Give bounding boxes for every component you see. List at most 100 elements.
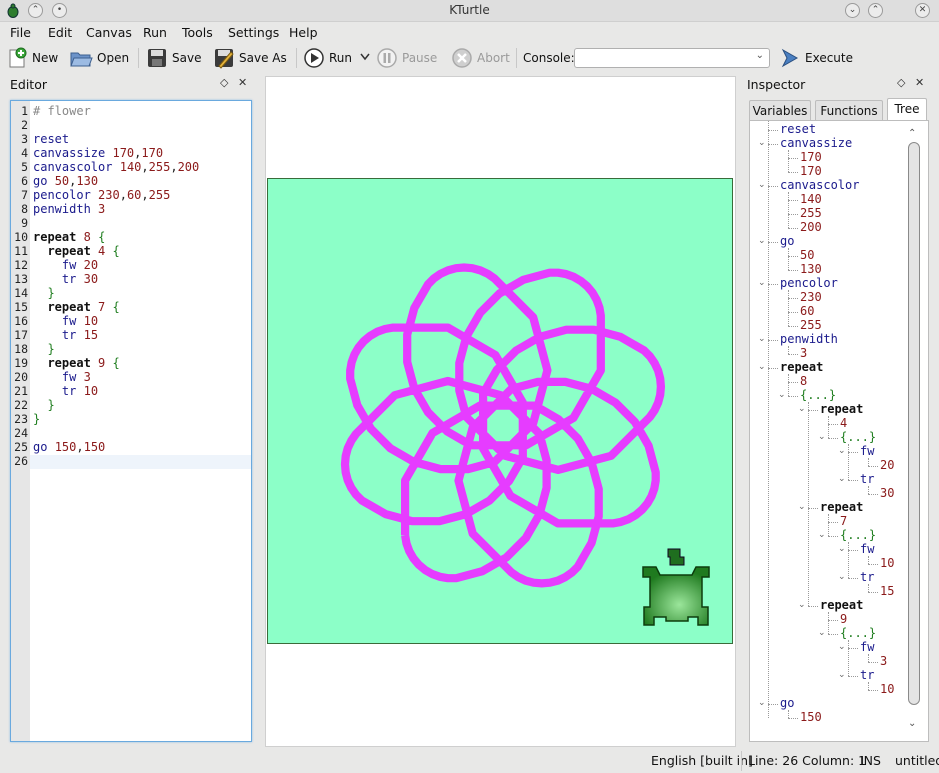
save-button[interactable]: Save — [146, 46, 201, 70]
code-line[interactable]: go 150,150 — [33, 440, 105, 454]
menu-file[interactable]: File — [10, 25, 31, 40]
scroll-up-icon[interactable]: ⌃ — [908, 128, 916, 139]
menu-help[interactable]: Help — [289, 25, 318, 40]
tree-node-command[interactable]: tr — [860, 668, 874, 682]
tree-node-command[interactable]: repeat — [820, 500, 863, 514]
code-line[interactable]: canvascolor 140,255,200 — [33, 160, 199, 174]
tab-functions[interactable]: Functions — [815, 100, 883, 121]
code-line[interactable]: go 50,130 — [33, 174, 98, 188]
tree-node-command[interactable]: penwidth — [780, 332, 838, 346]
expand-chevron-icon[interactable]: ⌄ — [758, 698, 766, 708]
tree-node-command[interactable]: fw — [860, 444, 874, 458]
tree-node-value[interactable]: 170 — [800, 164, 822, 178]
code-line[interactable]: tr 10 — [33, 384, 98, 398]
expand-chevron-icon[interactable]: ⌄ — [798, 600, 806, 610]
scroll-down-icon[interactable]: ⌄ — [908, 718, 916, 729]
menu-settings[interactable]: Settings — [228, 25, 279, 40]
code-line[interactable]: repeat 4 { — [33, 244, 119, 258]
tree-node-command[interactable]: canvascolor — [780, 178, 859, 192]
code-line[interactable]: fw 10 — [33, 314, 98, 328]
close-window-button[interactable]: ✕ — [915, 3, 930, 18]
code-line[interactable]: } — [33, 412, 40, 426]
expand-chevron-icon[interactable]: ⌄ — [758, 362, 766, 372]
editor-float-icon[interactable]: ◇ — [220, 76, 228, 89]
expand-chevron-icon[interactable]: ⌄ — [818, 628, 826, 638]
code-line[interactable]: } — [33, 342, 54, 356]
code-tree-view[interactable]: reset canvassize ⌄ 170 170 canvascolor ⌄ 140 255… — [749, 120, 929, 742]
console-input[interactable]: ⌄ — [574, 48, 770, 68]
code-line[interactable]: pencolor 230,60,255 — [33, 188, 170, 202]
tree-node-value[interactable]: 20 — [880, 458, 894, 472]
inspector-float-icon[interactable]: ◇ — [897, 76, 905, 89]
minimize-button[interactable]: ⌄ — [845, 3, 860, 18]
tree-node-value[interactable]: 170 — [800, 150, 822, 164]
code-line[interactable]: fw 20 — [33, 258, 98, 272]
scrollbar-thumb[interactable] — [908, 142, 920, 705]
tree-node-value[interactable]: 140 — [800, 192, 822, 206]
tree-node-value[interactable]: 130 — [800, 262, 822, 276]
tree-node-value[interactable]: 200 — [800, 220, 822, 234]
expand-chevron-icon[interactable]: ⌄ — [758, 278, 766, 288]
expand-chevron-icon[interactable]: ⌄ — [818, 530, 826, 540]
tab-tree[interactable]: Tree — [887, 98, 927, 121]
inspector-close-icon[interactable]: ✕ — [915, 76, 924, 89]
tree-node-command[interactable]: reset — [780, 122, 816, 136]
code-line[interactable]: canvassize 170,170 — [33, 146, 163, 160]
tree-node-command[interactable]: tr — [860, 570, 874, 584]
tree-node-command[interactable]: repeat — [780, 360, 823, 374]
code-line[interactable]: } — [33, 398, 54, 412]
tree-node-value[interactable]: 7 — [840, 514, 847, 528]
tree-node-scope[interactable]: {...} — [840, 430, 876, 444]
tree-node-value[interactable]: 230 — [800, 290, 822, 304]
tree-node-value[interactable]: 150 — [800, 710, 822, 724]
code-line[interactable]: } — [33, 286, 54, 300]
code-line[interactable]: repeat 9 { — [33, 356, 119, 370]
maximize-button[interactable]: ⌃ — [868, 3, 883, 18]
save-as-button[interactable]: Save As — [213, 46, 287, 70]
tree-node-value[interactable]: 4 — [840, 416, 847, 430]
menu-edit[interactable]: Edit — [48, 25, 72, 40]
tree-node-value[interactable]: 15 — [880, 584, 894, 598]
tree-node-command[interactable]: canvassize — [780, 136, 852, 150]
tree-node-command[interactable]: fw — [860, 640, 874, 654]
tree-node-scope[interactable]: {...} — [840, 528, 876, 542]
expand-chevron-icon[interactable]: ⌄ — [778, 390, 786, 400]
expand-chevron-icon[interactable]: ⌄ — [838, 474, 846, 484]
expand-chevron-icon[interactable]: ⌄ — [758, 138, 766, 148]
tree-node-value[interactable]: 8 — [800, 374, 807, 388]
code-line[interactable]: fw 3 — [33, 370, 91, 384]
code-line[interactable]: # flower — [33, 104, 91, 118]
editor-close-icon[interactable]: ✕ — [238, 76, 247, 89]
menu-run[interactable]: Run — [143, 25, 167, 40]
code-line[interactable]: tr 15 — [33, 328, 98, 342]
code-line[interactable]: tr 30 — [33, 272, 98, 286]
tree-node-value[interactable]: 10 — [880, 556, 894, 570]
tree-node-value[interactable]: 3 — [880, 654, 887, 668]
tree-node-value[interactable]: 60 — [800, 304, 814, 318]
tree-node-value[interactable]: 255 — [800, 318, 822, 332]
menu-tools[interactable]: Tools — [182, 25, 213, 40]
tree-node-value[interactable]: 255 — [800, 206, 822, 220]
tree-node-scope[interactable]: {...} — [800, 388, 836, 402]
tree-node-command[interactable]: go — [780, 696, 794, 710]
code-line[interactable]: reset — [33, 132, 69, 146]
tree-node-command[interactable]: repeat — [820, 402, 863, 416]
expand-chevron-icon[interactable]: ⌄ — [758, 334, 766, 344]
code-line[interactable]: repeat 8 { — [33, 230, 105, 244]
open-button[interactable]: Open — [69, 46, 129, 70]
tree-scrollbar[interactable]: ⌃ ⌄ — [906, 128, 922, 734]
expand-chevron-icon[interactable]: ⌄ — [838, 642, 846, 652]
tree-node-value[interactable]: 9 — [840, 612, 847, 626]
tab-variables[interactable]: Variables — [749, 100, 811, 121]
expand-chevron-icon[interactable]: ⌄ — [758, 180, 766, 190]
tree-node-value[interactable]: 10 — [880, 682, 894, 696]
expand-chevron-icon[interactable]: ⌄ — [838, 670, 846, 680]
tree-node-command[interactable]: repeat — [820, 598, 863, 612]
run-button[interactable]: Run — [303, 46, 352, 70]
new-button[interactable]: New — [6, 46, 58, 70]
tree-node-scope[interactable]: {...} — [840, 626, 876, 640]
tree-node-command[interactable]: fw — [860, 542, 874, 556]
code-editor[interactable]: 1 2 3 4 5 6 7 8 9 10 11 12 13 14 15 16 17 18 19 20 21 22 23 24 2… — [10, 100, 252, 742]
tree-node-command[interactable]: tr — [860, 472, 874, 486]
pause-button[interactable]: Pause — [376, 46, 437, 70]
